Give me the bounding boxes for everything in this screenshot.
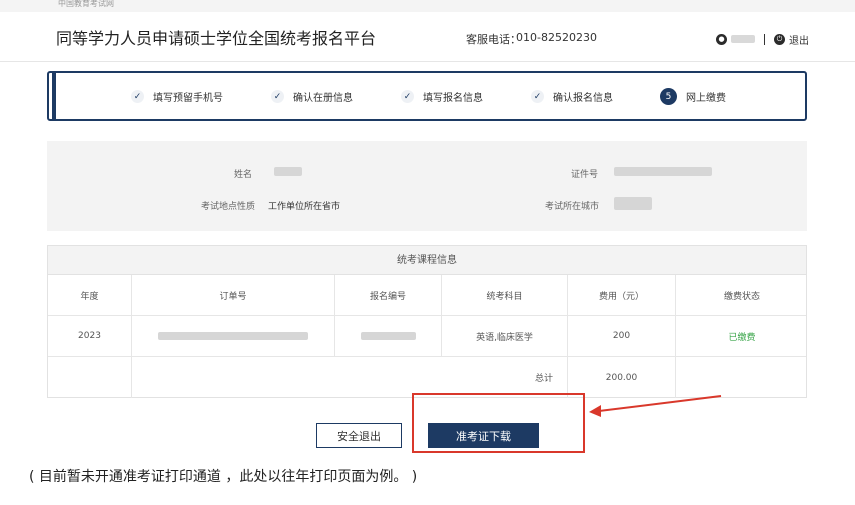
exam-city-value-redacted xyxy=(614,197,652,210)
cell-registration-number xyxy=(335,316,442,356)
course-info-table: 统考课程信息 年度 订单号 报名编号 统考科目 费用（元） 缴费状态 2023 … xyxy=(47,245,807,398)
id-number-value-redacted xyxy=(614,167,712,176)
step-3: ✓ 填写报名信息 xyxy=(401,89,483,104)
admission-ticket-download-button[interactable]: 准考证下载 xyxy=(428,423,539,448)
site-title: 同等学力人员申请硕士学位全国统考报名平台 xyxy=(56,29,377,48)
total-label: 总计 xyxy=(132,357,568,398)
power-icon[interactable]: ⏻ xyxy=(774,33,785,45)
check-icon: ✓ xyxy=(401,90,414,103)
col-header: 缴费状态 xyxy=(723,291,760,302)
col-header: 统考科目 xyxy=(442,275,568,315)
name-value-redacted xyxy=(274,167,302,176)
pointer-arrow-icon xyxy=(589,395,722,417)
col-header: 费用（元） xyxy=(568,275,676,315)
col-header: 订单号 xyxy=(132,275,335,315)
cell-empty xyxy=(48,357,132,398)
col-header: 年度 xyxy=(48,275,132,315)
cell-subject: 英语,临床医学 xyxy=(442,316,568,356)
cell-order-number xyxy=(132,316,335,356)
cell-year: 2023 xyxy=(48,316,132,356)
cell-payment-status: 已缴费 xyxy=(728,332,756,343)
user-area: ● ⏻ 退出 xyxy=(716,32,809,47)
hotline-label: 客服电话： xyxy=(466,33,521,46)
site-header: 同等学力人员申请硕士学位全国统考报名平台 客服电话： 010-82520230 … xyxy=(0,12,855,62)
check-icon: ✓ xyxy=(531,90,544,103)
id-number-label: 证件号 xyxy=(571,170,599,180)
user-name-redacted xyxy=(731,35,755,43)
table-caption: 统考课程信息 xyxy=(48,246,806,275)
step-2: ✓ 确认在册信息 xyxy=(271,89,353,104)
name-label: 姓名 xyxy=(234,170,253,180)
step-5-current: 5 网上缴费 xyxy=(660,88,726,105)
progress-steps: ✓ 填写预留手机号 ✓ 确认在册信息 ✓ 填写报名信息 ✓ 确认报名信息 5 网… xyxy=(47,71,807,121)
step-label: 网上缴费 xyxy=(686,93,726,104)
safe-exit-button[interactable]: 安全退出 xyxy=(316,423,402,448)
step-label: 确认在册信息 xyxy=(293,93,353,104)
cell-fee: 200 xyxy=(568,316,676,356)
registration-number-redacted xyxy=(360,332,416,340)
check-icon: ✓ xyxy=(271,90,284,103)
applicant-info-panel: 姓名 证件号 考试地点性质 工作单位所在省市 考试所在城市 xyxy=(47,141,807,231)
step-label: 填写报名信息 xyxy=(423,93,483,104)
table-row: 2023 英语,临床医学 200 已缴费 xyxy=(48,316,806,357)
check-icon: ✓ xyxy=(131,90,144,103)
top-strip: 中国教育考试网 xyxy=(0,0,855,12)
order-number-redacted xyxy=(158,332,308,340)
page: 中国教育考试网 同等学力人员申请硕士学位全国统考报名平台 客服电话： 010-8… xyxy=(0,0,855,505)
note-caption: ( 目前暂未开通准考证打印通道 ，此处以往年打印页面为例。 ) xyxy=(29,469,418,485)
step-4: ✓ 确认报名信息 xyxy=(531,89,613,104)
exam-city-label: 考试所在城市 xyxy=(545,202,600,212)
step-1: ✓ 填写预留手机号 xyxy=(131,89,223,104)
col-header: 报名编号 xyxy=(335,275,442,315)
site-type-label: 考试地点性质 xyxy=(201,202,256,212)
org-name: 中国教育考试网 xyxy=(58,0,114,8)
user-icon: ● xyxy=(716,33,727,45)
step-number: 5 xyxy=(660,88,677,105)
site-type-value: 工作单位所在省市 xyxy=(268,202,341,212)
hotline-number: 010-82520230 xyxy=(516,31,597,44)
logout-link[interactable]: 退出 xyxy=(789,32,809,47)
step-label: 填写预留手机号 xyxy=(153,93,223,104)
step-label: 确认报名信息 xyxy=(553,93,613,104)
table-header-row: 年度 订单号 报名编号 统考科目 费用（元） 缴费状态 xyxy=(48,275,806,316)
divider xyxy=(764,33,765,45)
